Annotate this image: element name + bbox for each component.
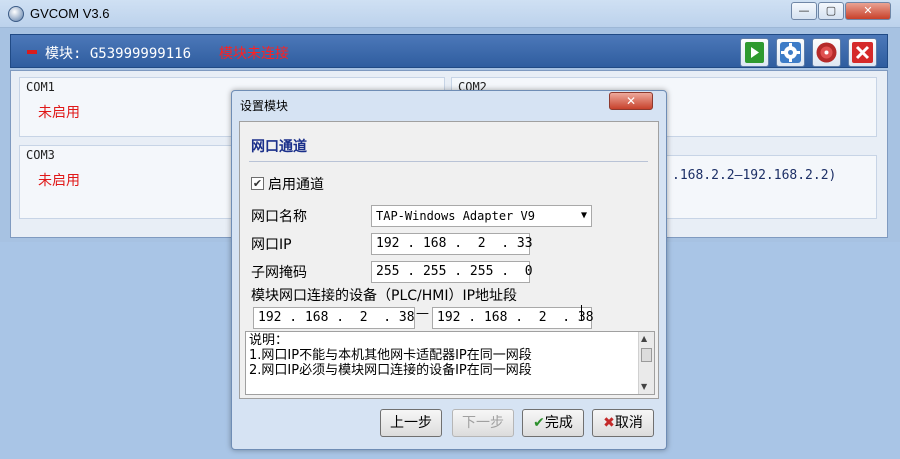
enable-channel-checkbox[interactable]: ✔ <box>251 177 264 190</box>
module-status: 模块未连接 <box>219 46 289 62</box>
nic-ip-input[interactable]: 192 . 168 . 2 . 33 <box>371 233 533 255</box>
dialog-close-button[interactable]: ✕ <box>609 92 653 110</box>
next-step-button[interactable]: 下一步 <box>452 409 514 437</box>
notes-textarea[interactable]: 说明： 1.网口IP不能与本机其他网卡适配器IP在同一网段 2.网口IP必须与模… <box>245 331 655 395</box>
module-panel: 模块: G53999999116 模块未连接 <box>10 34 888 68</box>
com3-title: COM3 <box>26 148 55 162</box>
range-separator: — <box>416 306 429 321</box>
scroll-up-icon[interactable]: ▲ <box>641 334 647 343</box>
cancel-label: 取消 <box>614 415 643 431</box>
subnet-input[interactable]: 255 . 255 . 255 . 0 <box>371 261 533 283</box>
dialog-title: 设置模块 <box>240 99 289 113</box>
notes-scrollbar[interactable]: ▲ ▼ <box>638 332 654 394</box>
ip-range-start-input[interactable]: 192 . 168 . 2 . 38 <box>253 307 415 329</box>
check-icon: ✔ <box>533 415 545 431</box>
nic-name-value: TAP-Windows Adapter V9 <box>376 209 535 223</box>
notes-heading: 说明： <box>249 333 289 348</box>
nic-name-label: 网口名称 <box>251 209 307 225</box>
note-line-2: 2.网口IP必须与模块网口连接的设备IP在同一网段 <box>249 363 532 378</box>
start-button[interactable] <box>740 38 769 67</box>
enable-channel-label: 启用通道 <box>268 177 324 193</box>
finish-label: 完成 <box>544 415 573 431</box>
com4-ip-range: .168.2.2—192.168.2.2) <box>672 168 837 183</box>
subnet-label: 子网掩码 <box>251 265 307 281</box>
section-divider <box>249 161 648 162</box>
text-caret <box>581 305 582 321</box>
module-id: 模块: G53999999116 <box>45 46 192 62</box>
section-title: 网口通道 <box>251 139 307 155</box>
app-icon <box>8 6 24 22</box>
close-icon <box>852 42 873 63</box>
dialog-content: 网口通道 ✔ 启用通道 网口名称 TAP-Windows Adapter V9 … <box>239 121 659 399</box>
settings-button[interactable] <box>776 38 805 67</box>
restore-button[interactable]: ▢ <box>818 2 844 20</box>
ip-range-end-input[interactable]: 192 . 168 . 2 . 38 <box>432 307 594 329</box>
disc-button[interactable] <box>812 38 841 67</box>
gear-icon <box>780 42 801 63</box>
collapse-icon[interactable] <box>27 50 37 54</box>
play-icon <box>745 42 764 63</box>
cancel-button[interactable]: ✖取消 <box>592 409 654 437</box>
close-button[interactable]: ✕ <box>845 2 891 20</box>
scroll-thumb[interactable] <box>641 348 652 362</box>
note-line-1: 1.网口IP不能与本机其他网卡适配器IP在同一网段 <box>249 348 532 363</box>
nic-ip-label: 网口IP <box>251 237 292 253</box>
com1-status: 未启用 <box>38 105 80 121</box>
nic-name-select[interactable]: TAP-Windows Adapter V9 ▼ <box>371 205 592 227</box>
app-title: GVCOM V3.6 <box>30 6 110 21</box>
chevron-down-icon[interactable]: ▼ <box>581 206 587 226</box>
exit-button[interactable] <box>848 38 877 67</box>
prev-step-button[interactable]: 上一步 <box>380 409 442 437</box>
ip-range-label: 模块网口连接的设备（PLC/HMI）IP地址段 <box>251 288 518 304</box>
scroll-down-icon[interactable]: ▼ <box>641 382 647 391</box>
minimize-button[interactable]: — <box>791 2 817 20</box>
finish-button[interactable]: ✔完成 <box>522 409 584 437</box>
disc-icon <box>816 42 837 63</box>
com1-title: COM1 <box>26 80 55 94</box>
cancel-icon: ✖ <box>603 415 615 431</box>
com3-status: 未启用 <box>38 173 80 189</box>
title-bar: GVCOM V3.6 — ▢ ✕ <box>0 0 900 28</box>
setup-module-dialog: 设置模块 ✕ 网口通道 ✔ 启用通道 网口名称 TAP-Windows Adap… <box>231 90 667 450</box>
